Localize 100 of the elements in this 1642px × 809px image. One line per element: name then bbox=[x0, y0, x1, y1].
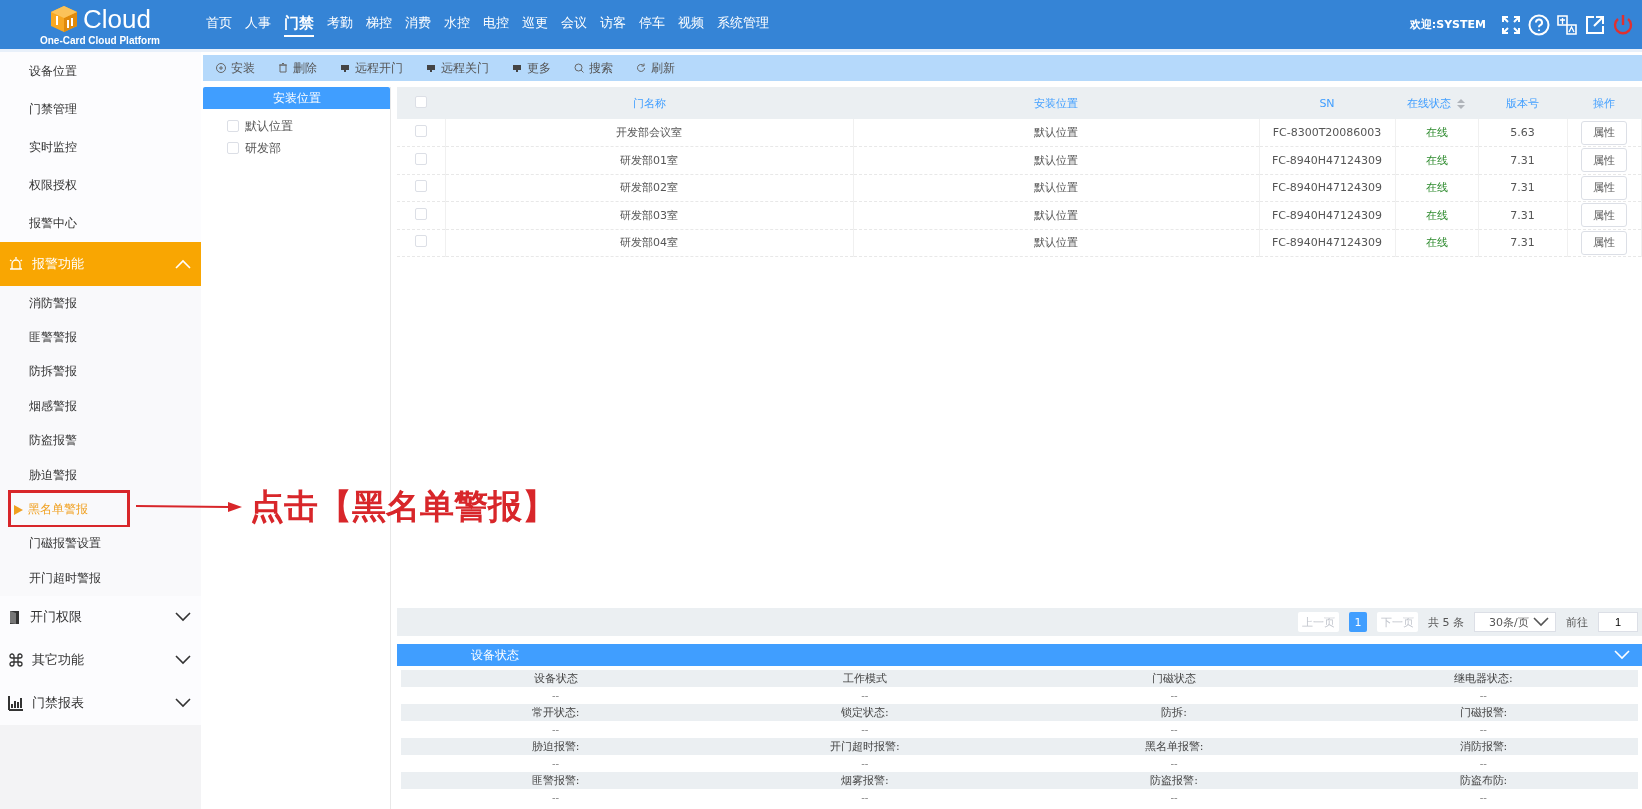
table-cell: 开发部会议室 bbox=[445, 119, 853, 147]
field-label: 设备状态 bbox=[401, 670, 711, 687]
nav-tab[interactable]: 会议 bbox=[561, 12, 587, 37]
field-value: -- bbox=[1169, 689, 1179, 703]
field-value: -- bbox=[551, 689, 561, 703]
table-cell: 默认位置 bbox=[853, 229, 1259, 257]
help-icon[interactable] bbox=[1528, 13, 1550, 36]
nav-tab[interactable]: 视频 bbox=[678, 12, 704, 37]
welcome-text: 欢迎:SYSTEM bbox=[1409, 17, 1486, 32]
field-label: 胁迫报警: bbox=[401, 738, 711, 755]
field-label: 门磁状态 bbox=[1019, 670, 1329, 687]
checkbox[interactable] bbox=[414, 125, 427, 137]
nav-tab[interactable]: 电控 bbox=[483, 12, 509, 37]
sort-icon[interactable] bbox=[1456, 97, 1466, 110]
properties-button[interactable]: 属性 bbox=[1581, 148, 1628, 173]
properties-button[interactable]: 属性 bbox=[1581, 175, 1628, 200]
sidebar-link[interactable]: 门禁管理 bbox=[0, 90, 201, 128]
nav-tab[interactable]: 系统管理 bbox=[717, 12, 769, 37]
table-cell: 7.31 bbox=[1478, 229, 1567, 257]
nav-tab[interactable]: 首页 bbox=[206, 12, 232, 37]
toolbar-button[interactable]: 更多 bbox=[511, 59, 551, 77]
monitor-icon bbox=[425, 62, 437, 74]
tree-node-label[interactable]: 默认位置 bbox=[245, 117, 293, 135]
table-cell: 默认位置 bbox=[853, 174, 1259, 202]
total-count: 共 5 条 bbox=[1428, 614, 1464, 630]
table-cell: 研发部01室 bbox=[445, 146, 853, 174]
field-value: -- bbox=[1478, 723, 1488, 737]
goto-label: 前往 bbox=[1566, 614, 1588, 630]
field-label: 黑名单报警: bbox=[1019, 738, 1329, 755]
toolbar-button[interactable]: 远程关门 bbox=[425, 59, 489, 77]
checkbox[interactable] bbox=[227, 120, 239, 132]
nav-tab[interactable]: 门禁 bbox=[284, 12, 314, 37]
checkbox[interactable] bbox=[414, 152, 427, 165]
field-value: -- bbox=[1478, 689, 1488, 703]
checkbox[interactable] bbox=[414, 235, 427, 248]
search-icon bbox=[573, 62, 585, 74]
monitor-icon bbox=[511, 62, 523, 74]
chevron-down-icon bbox=[175, 698, 191, 708]
table-cell: 研发部04室 bbox=[445, 229, 853, 257]
logo-subtitle: One-Card Cloud Platform bbox=[40, 34, 160, 46]
bar-chart-icon bbox=[8, 695, 24, 711]
nav-tab[interactable]: 考勤 bbox=[327, 12, 353, 37]
field-value: -- bbox=[860, 689, 870, 703]
field-label: 开门超时报警: bbox=[710, 738, 1020, 755]
external-link-icon[interactable] bbox=[1584, 13, 1606, 36]
toolbar-button[interactable]: 刷新 bbox=[635, 59, 675, 77]
table-cell: 研发部02室 bbox=[445, 174, 853, 202]
toolbar-button[interactable]: 远程开门 bbox=[339, 59, 403, 77]
table-cell: FC-8940H47124309 bbox=[1259, 174, 1395, 202]
nav-tab[interactable]: 访客 bbox=[600, 12, 626, 37]
chevron-down-icon bbox=[175, 612, 191, 622]
logo-title: Cloud bbox=[83, 3, 151, 35]
tree-node-label[interactable]: 研发部 bbox=[245, 139, 281, 157]
field-value: -- bbox=[551, 757, 561, 771]
nav-tab[interactable]: 停车 bbox=[639, 12, 665, 37]
checkbox[interactable] bbox=[227, 142, 239, 154]
nav-tab[interactable]: 人事 bbox=[245, 12, 271, 37]
field-label: 门磁报警: bbox=[1328, 704, 1638, 721]
sidebar-link[interactable]: 报警中心 bbox=[0, 204, 201, 242]
toolbar-button[interactable]: 删除 bbox=[277, 59, 317, 77]
table-cell: FC-8300T20086003 bbox=[1259, 119, 1395, 147]
sidebar-link[interactable]: 设备位置 bbox=[0, 52, 201, 90]
field-label: 消防报警: bbox=[1328, 738, 1638, 755]
checkbox[interactable] bbox=[415, 95, 427, 108]
nav-tab[interactable]: 水控 bbox=[444, 12, 470, 37]
chevron-up-icon bbox=[175, 259, 191, 269]
cube-logo-icon bbox=[49, 4, 80, 34]
properties-button[interactable]: 属性 bbox=[1581, 203, 1628, 228]
table-cell: 5.63 bbox=[1478, 119, 1567, 147]
field-label: 工作模式 bbox=[710, 670, 1020, 687]
table-cell: 默认位置 bbox=[853, 146, 1259, 174]
toolbar-button[interactable]: 安装 bbox=[215, 59, 255, 77]
sidebar-link[interactable]: 权限授权 bbox=[0, 166, 201, 204]
goto-page-field[interactable]: 1 bbox=[1598, 612, 1638, 632]
monitor-icon bbox=[339, 62, 351, 74]
page-button[interactable]: 1 bbox=[1349, 612, 1367, 632]
field-label: 继电器状态: bbox=[1328, 670, 1638, 687]
nav-tab[interactable]: 巡更 bbox=[522, 12, 548, 37]
checkbox[interactable] bbox=[414, 180, 427, 193]
properties-button[interactable]: 属性 bbox=[1581, 230, 1628, 255]
table-cell: 7.31 bbox=[1478, 174, 1567, 202]
sidebar-link[interactable]: 实时监控 bbox=[0, 128, 201, 166]
properties-button[interactable]: 属性 bbox=[1581, 120, 1628, 145]
translate-icon[interactable] bbox=[1556, 13, 1578, 36]
power-icon[interactable] bbox=[1612, 13, 1634, 36]
panel-header[interactable]: 设备状态 bbox=[397, 644, 1642, 666]
toolbar-button[interactable]: 搜索 bbox=[573, 59, 613, 77]
chevron-down-icon bbox=[175, 655, 191, 665]
table-cell: 7.31 bbox=[1478, 146, 1567, 174]
fullscreen-icon[interactable] bbox=[1500, 13, 1522, 36]
table-cell: 默认位置 bbox=[853, 119, 1259, 147]
nav-tab[interactable]: 消费 bbox=[405, 12, 431, 37]
annotation-text: 点击【黑名单警报】 bbox=[250, 485, 556, 529]
page-size-select[interactable]: 30条/页 bbox=[1474, 612, 1556, 632]
table-cell: 在线 bbox=[1395, 119, 1478, 147]
checkbox[interactable] bbox=[414, 207, 427, 220]
field-value: -- bbox=[860, 757, 870, 771]
field-label: 常开状态: bbox=[401, 704, 711, 721]
table-cell: 在线 bbox=[1395, 174, 1478, 202]
nav-tab[interactable]: 梯控 bbox=[366, 12, 392, 37]
